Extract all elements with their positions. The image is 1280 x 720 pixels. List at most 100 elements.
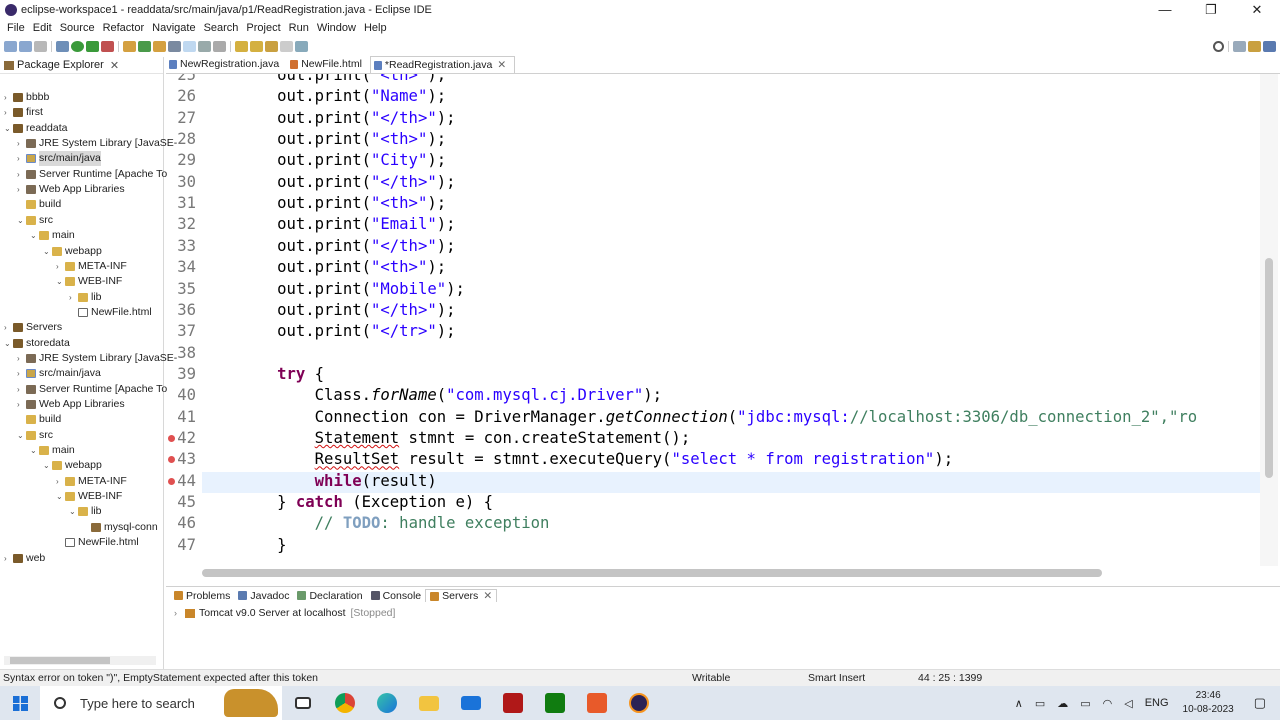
code-line[interactable]: out.print("</th>"); [202,301,455,319]
expand-arrow-icon[interactable]: › [4,90,13,105]
tree-item[interactable]: build [17,197,61,212]
chrome-app[interactable] [324,686,366,720]
cloud-icon[interactable]: ☁ [1057,697,1068,710]
error-marker-icon[interactable] [168,434,175,442]
eclipse-app[interactable] [618,686,660,720]
expand-arrow-icon[interactable]: › [56,474,65,489]
tab-readregistration[interactable]: *ReadRegistration.java ✕ [369,56,516,73]
expand-arrow-icon[interactable]: › [69,290,78,305]
tree-item[interactable]: › Server Runtime [Apache To [17,382,167,397]
close-tab-icon[interactable]: ✕ [483,590,492,602]
menu-edit[interactable]: Edit [29,22,56,34]
editor-vscroll[interactable] [1260,74,1278,566]
tree-item[interactable]: › src/main/java [17,366,101,381]
code-line[interactable]: Class.forName("com.mysql.cj.Driver"); [202,386,662,404]
clock[interactable]: 23:46 10-08-2023 [1183,689,1234,717]
battery-icon[interactable]: ▭ [1080,697,1090,710]
show-whitespace-icon[interactable] [198,40,211,52]
notification-icon[interactable]: ▢ [1254,695,1266,711]
volume-icon[interactable]: ◁ [1124,697,1132,710]
code-line[interactable]: out.print("<th>"); [202,130,446,148]
expand-arrow-icon[interactable]: › [17,167,26,182]
start-button[interactable] [0,686,40,720]
task-view-button[interactable] [282,686,324,720]
code-line[interactable]: Connection con = DriverManager.getConnec… [202,408,1198,426]
tree-item[interactable]: ⌄ readdata [4,121,67,136]
previous-annotation-icon[interactable] [250,40,263,52]
back-icon[interactable] [265,40,278,52]
block-selection-icon[interactable] [213,40,226,52]
toggle-mark-icon[interactable] [183,40,196,52]
close-tab-icon[interactable]: ✕ [497,59,506,71]
code-line[interactable]: out.print("<th>"); [202,258,446,276]
mail-app[interactable] [450,686,492,720]
new-class-icon[interactable] [138,40,151,52]
search-icon[interactable] [1213,40,1224,52]
close-button[interactable]: ✕ [1234,2,1280,18]
tree-item[interactable]: ⌄ main [30,228,75,243]
minimize-button[interactable]: — [1142,2,1188,17]
open-type-icon[interactable] [153,40,166,52]
external-tools-icon[interactable] [101,40,114,52]
expand-arrow-icon[interactable]: ⌄ [30,228,39,243]
menu-run[interactable]: Run [285,22,313,34]
expand-arrow-icon[interactable]: › [17,397,26,412]
search-tool-icon[interactable] [168,40,181,52]
code-line[interactable]: out.print("<th>"); [202,74,446,84]
tab-console[interactable]: Console [367,590,426,602]
xbox-app[interactable] [534,686,576,720]
tree-item[interactable]: › bbbb [4,90,49,105]
code-editor[interactable]: 25 out.print("<th>"); 26 out.print("Name"… [166,74,1260,566]
expand-arrow-icon[interactable]: ⌄ [56,489,65,504]
tree-item[interactable]: › web [4,551,45,566]
package-explorer-hscroll[interactable] [4,656,156,665]
tree-item[interactable]: ⌄ lib [69,504,102,519]
tree-item[interactable]: NewFile.html [56,535,139,550]
tree-item[interactable]: › JRE System Library [JavaSE- [17,351,177,366]
code-line[interactable]: try { [202,365,324,383]
tree-item[interactable]: ⌄ WEB-INF [56,274,122,289]
tree-item[interactable]: › Server Runtime [Apache To [17,167,167,182]
code-line[interactable]: out.print("Email"); [202,215,455,233]
expand-arrow-icon[interactable]: › [4,320,13,335]
taskbar-search[interactable]: Type here to search [40,686,282,720]
expand-arrow-icon[interactable]: ⌄ [43,244,52,259]
tab-servers[interactable]: Servers ✕ [425,589,498,602]
network-icon[interactable]: ▭ [1035,697,1045,710]
menu-source[interactable]: Source [56,22,99,34]
code-line[interactable]: out.print("<th>"); [202,194,446,212]
forward-icon[interactable] [280,40,293,52]
expand-arrow-icon[interactable]: › [17,366,26,381]
maximize-button[interactable]: ❐ [1188,2,1234,18]
error-marker-icon[interactable] [168,477,175,485]
code-line[interactable]: out.print("Mobile"); [202,280,465,298]
tab-newregistration[interactable]: NewRegistration.java [166,56,287,73]
save-icon[interactable] [19,40,32,52]
scroll-thumb[interactable] [1265,258,1273,478]
menu-help[interactable]: Help [360,22,391,34]
run-icon[interactable] [71,40,84,52]
code-line[interactable]: out.print("</th>"); [202,109,455,127]
expand-arrow-icon[interactable]: › [56,259,65,274]
java-ee-perspective-icon[interactable] [1248,40,1261,52]
coverage-icon[interactable] [86,40,99,52]
tree-item[interactable]: › META-INF [56,474,127,489]
perspective-icon[interactable] [1233,40,1246,52]
menu-search[interactable]: Search [200,22,243,34]
expand-arrow-icon[interactable]: ⌄ [4,336,13,351]
tree-item[interactable]: ⌄ webapp [43,244,102,259]
tree-item[interactable]: mysql-conn [82,520,158,535]
code-line[interactable]: out.print("Name"); [202,87,446,105]
tab-javadoc[interactable]: Javadoc [234,590,293,602]
expand-arrow-icon[interactable]: ⌄ [69,504,78,519]
tree-item[interactable]: ⌄ storedata [4,336,70,351]
new-java-project-icon[interactable] [123,40,136,52]
tree-item[interactable]: ⌄ webapp [43,458,102,473]
menu-refactor[interactable]: Refactor [99,22,149,34]
tree-item[interactable]: build [17,412,61,427]
wifi-icon[interactable]: ◠ [1103,697,1113,710]
tree-item[interactable]: › first [4,105,43,120]
code-line[interactable]: out.print("City"); [202,151,446,169]
code-line[interactable]: ResultSet result = stmnt.executeQuery("s… [202,450,953,468]
edge-app[interactable] [366,686,408,720]
